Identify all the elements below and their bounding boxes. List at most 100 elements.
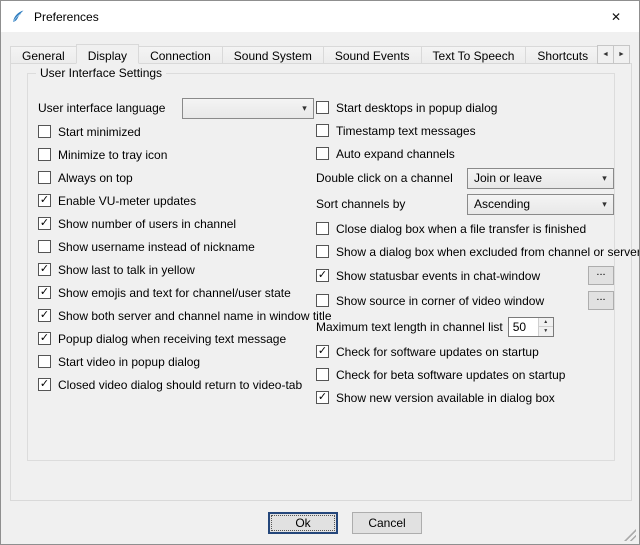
checkbox-icon[interactable]: [38, 355, 51, 368]
checkbox-label: Show new version available in dialog box: [336, 391, 555, 405]
chevron-down-icon: ▾: [596, 199, 613, 210]
checkbox-label: Show last to talk in yellow: [58, 263, 195, 277]
checkbox-icon[interactable]: [38, 125, 51, 138]
tab-connection[interactable]: Connection: [138, 46, 223, 64]
double-click-select-value: Join or leave: [474, 171, 596, 185]
checkbox-popup-text-message[interactable]: ✓ Popup dialog when receiving text messa…: [38, 327, 314, 350]
max-text-length-label: Maximum text length in channel list: [316, 320, 503, 334]
language-select[interactable]: ▾: [182, 98, 314, 119]
spin-up-icon[interactable]: ▲: [539, 318, 553, 328]
statusbar-events-options-button[interactable]: ...: [588, 266, 614, 285]
checkbox-icon[interactable]: ✓: [38, 194, 51, 207]
checkbox-new-version-dialog[interactable]: ✓ Show new version available in dialog b…: [316, 386, 614, 409]
checkbox-label: Timestamp text messages: [336, 124, 476, 138]
app-icon: [10, 9, 26, 25]
language-row: User interface language ▾: [38, 96, 314, 120]
checkbox-label: Show username instead of nickname: [58, 240, 255, 254]
left-column: User interface language ▾ Start minimize…: [38, 96, 314, 396]
checkbox-label: Always on top: [58, 171, 133, 185]
sort-channels-row: Sort channels by Ascending ▾: [316, 191, 614, 217]
checkbox-icon[interactable]: [316, 147, 329, 160]
checkbox-always-on-top[interactable]: Always on top: [38, 166, 314, 189]
checkbox-icon[interactable]: [316, 368, 329, 381]
checkbox-icon[interactable]: ✓: [38, 332, 51, 345]
language-label: User interface language: [38, 101, 165, 115]
checkbox-icon[interactable]: ✓: [38, 217, 51, 230]
checkbox-icon[interactable]: [316, 222, 329, 235]
checkbox-icon[interactable]: [38, 171, 51, 184]
tab-sound-system[interactable]: Sound System: [222, 46, 324, 64]
group-title: User Interface Settings: [36, 66, 166, 80]
right-column: Start desktops in popup dialog Timestamp…: [316, 96, 614, 409]
chevron-down-icon: ▾: [296, 103, 313, 114]
titlebar[interactable]: Preferences ✕: [1, 1, 639, 32]
checkbox-icon[interactable]: [316, 245, 329, 258]
checkbox-minimize-to-tray[interactable]: Minimize to tray icon: [38, 143, 314, 166]
double-click-row: Double click on a channel Join or leave …: [316, 165, 614, 191]
checkbox-icon[interactable]: ✓: [38, 263, 51, 276]
checkbox-close-on-transfer[interactable]: Close dialog box when a file transfer is…: [316, 217, 614, 240]
checkbox-last-to-talk[interactable]: ✓ Show last to talk in yellow: [38, 258, 314, 281]
checkbox-icon[interactable]: [38, 240, 51, 253]
tab-shortcuts[interactable]: Shortcuts: [525, 46, 600, 64]
checkbox-video-popup[interactable]: Start video in popup dialog: [38, 350, 314, 373]
checkbox-show-user-count[interactable]: ✓ Show number of users in channel: [38, 212, 314, 235]
max-text-length-spinner[interactable]: 50 ▲ ▼: [508, 317, 554, 337]
checkbox-start-minimized[interactable]: Start minimized: [38, 120, 314, 143]
checkbox-label: Enable VU-meter updates: [58, 194, 196, 208]
checkbox-software-updates[interactable]: ✓ Check for software updates on startup: [316, 340, 614, 363]
checkbox-label: Show number of users in channel: [58, 217, 236, 231]
checkbox-timestamp-messages[interactable]: Timestamp text messages: [316, 119, 614, 142]
statusbar-events-row: ✓ Show statusbar events in chat-window .…: [316, 263, 614, 288]
checkbox-desktops-popup[interactable]: Start desktops in popup dialog: [316, 96, 614, 119]
display-tab-panel: User Interface Settings User interface l…: [10, 63, 632, 501]
checkbox-auto-expand[interactable]: Auto expand channels: [316, 142, 614, 165]
checkbox-icon[interactable]: ✓: [316, 345, 329, 358]
checkbox-icon[interactable]: ✓: [316, 391, 329, 404]
user-interface-settings-group: User Interface Settings User interface l…: [27, 73, 615, 461]
spin-down-icon[interactable]: ▼: [539, 327, 553, 336]
video-source-options-button[interactable]: ...: [588, 291, 614, 310]
spinner-value: 50: [509, 318, 538, 336]
checkbox-icon[interactable]: ✓: [38, 286, 51, 299]
checkbox-icon[interactable]: ✓: [38, 378, 51, 391]
double-click-select[interactable]: Join or leave ▾: [467, 168, 614, 189]
checkbox-show-username[interactable]: Show username instead of nickname: [38, 235, 314, 258]
checkbox-label: Auto expand channels: [336, 147, 455, 161]
checkbox-label: Check for software updates on startup: [336, 345, 539, 359]
checkbox-server-channel-title[interactable]: ✓ Show both server and channel name in w…: [38, 304, 314, 327]
sort-channels-label: Sort channels by: [316, 197, 405, 211]
checkbox-label: Minimize to tray icon: [58, 148, 167, 162]
checkbox-label: Show both server and channel name in win…: [58, 309, 332, 323]
checkbox-closed-video-return[interactable]: ✓ Closed video dialog should return to v…: [38, 373, 314, 396]
checkbox-icon[interactable]: [316, 294, 329, 307]
checkbox-label: Close dialog box when a file transfer is…: [336, 222, 586, 236]
checkbox-icon[interactable]: [316, 124, 329, 137]
checkbox-icon[interactable]: [316, 101, 329, 114]
tab-scroll-control: ◄ ►: [598, 45, 630, 64]
checkbox-beta-updates[interactable]: Check for beta software updates on start…: [316, 363, 614, 386]
checkbox-emojis[interactable]: ✓ Show emojis and text for channel/user …: [38, 281, 314, 304]
checkbox-icon[interactable]: ✓: [38, 309, 51, 322]
tab-sound-events[interactable]: Sound Events: [323, 46, 422, 64]
tab-scroll-left-icon[interactable]: ◄: [597, 45, 614, 64]
video-source-row: Show source in corner of video window ..…: [316, 288, 614, 313]
checkbox-label: Show statusbar events in chat-window: [336, 269, 540, 283]
tab-display[interactable]: Display: [76, 44, 139, 64]
checkbox-icon[interactable]: ✓: [316, 269, 329, 282]
tab-text-to-speech[interactable]: Text To Speech: [421, 46, 527, 64]
checkbox-label: Start desktops in popup dialog: [336, 101, 497, 115]
sort-channels-select[interactable]: Ascending ▾: [467, 194, 614, 215]
checkbox-excluded-dialog[interactable]: Show a dialog box when excluded from cha…: [316, 240, 614, 263]
close-icon: ✕: [611, 10, 621, 24]
checkbox-vu-meter[interactable]: ✓ Enable VU-meter updates: [38, 189, 314, 212]
double-click-label: Double click on a channel: [316, 171, 453, 185]
close-button[interactable]: ✕: [593, 1, 639, 32]
checkbox-icon[interactable]: [38, 148, 51, 161]
cancel-button[interactable]: Cancel: [352, 512, 422, 534]
tab-scroll-right-icon[interactable]: ►: [613, 45, 630, 64]
checkbox-label: Check for beta software updates on start…: [336, 368, 565, 382]
tab-general[interactable]: General: [10, 46, 77, 64]
ok-button[interactable]: Ok: [268, 512, 338, 534]
chevron-down-icon: ▾: [596, 173, 613, 184]
